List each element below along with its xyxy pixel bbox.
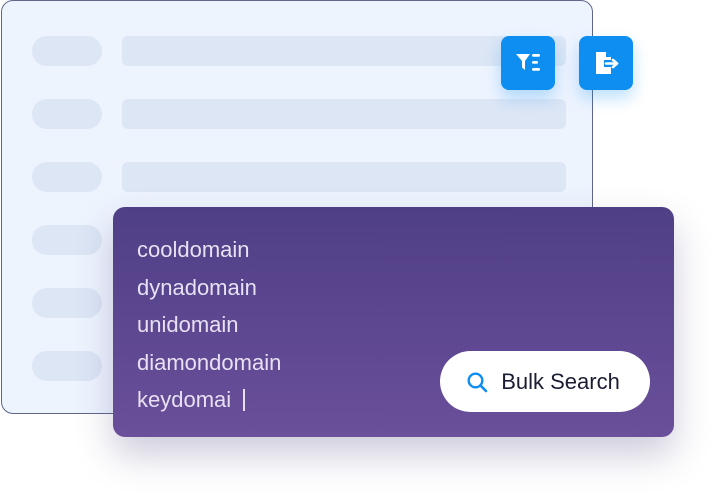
domain-entry-active[interactable]: keydomai xyxy=(137,381,281,419)
domain-entry: unidomain xyxy=(137,312,239,337)
skeleton-row xyxy=(122,162,566,192)
skeleton-row xyxy=(122,36,566,66)
search-icon xyxy=(466,371,488,393)
filter-button[interactable] xyxy=(501,36,555,90)
export-button[interactable] xyxy=(579,36,633,90)
skeleton-row xyxy=(122,99,566,129)
bulk-search-panel[interactable]: cooldomain dynadomain unidomain diamondo… xyxy=(113,207,674,437)
skeleton-pill xyxy=(32,351,102,381)
app-stage: cooldomain dynadomain unidomain diamondo… xyxy=(0,0,720,504)
domain-entry: diamondomain xyxy=(137,349,282,375)
skeleton-pill xyxy=(32,162,102,192)
text-cursor xyxy=(243,389,245,411)
file-export-icon xyxy=(596,52,619,74)
domain-entry: cooldomain xyxy=(137,237,250,262)
domain-entry: dynadomain xyxy=(137,274,257,300)
domain-entry-text: keydomai xyxy=(137,387,232,412)
skeleton-pill xyxy=(32,225,102,255)
bulk-search-label: Bulk Search xyxy=(501,368,620,394)
skeleton-pill xyxy=(32,288,102,318)
filter-list-icon xyxy=(516,54,540,71)
skeleton-pill xyxy=(32,99,102,129)
skeleton-pill xyxy=(32,36,102,66)
domain-input-list[interactable]: cooldomain dynadomain unidomain diamondo… xyxy=(137,231,281,419)
bulk-search-button[interactable]: Bulk Search xyxy=(440,351,650,412)
